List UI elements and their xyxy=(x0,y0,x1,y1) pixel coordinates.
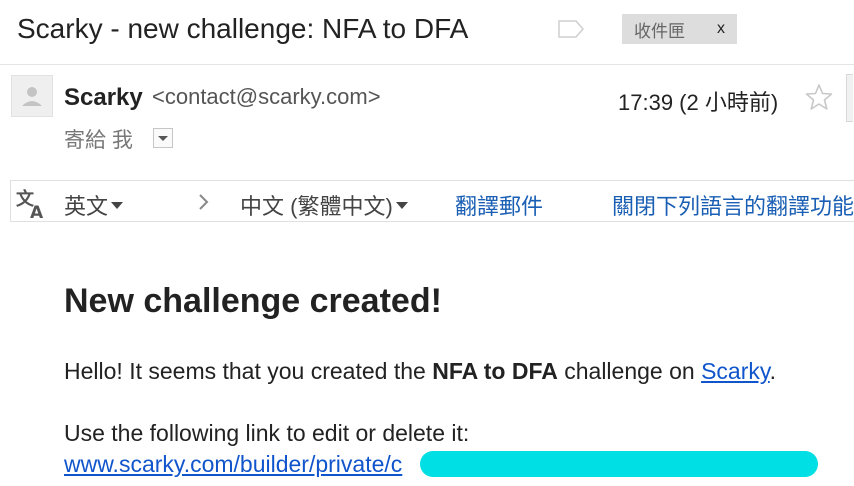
label-chip-text: 收件匣 xyxy=(634,21,685,41)
chevron-right-icon xyxy=(199,194,209,210)
para1-text-start: Hello! It seems that you created the xyxy=(64,358,433,384)
label-tag-icon[interactable] xyxy=(558,20,584,38)
email-subject: Scarky - new challenge: NFA to DFA xyxy=(17,13,469,44)
body-paragraph-1: Hello! It seems that you created the NFA… xyxy=(64,358,776,385)
dropdown-caret-icon xyxy=(395,201,408,209)
body-paragraph-2: Use the following link to edit or delete… xyxy=(64,420,470,446)
sender-email: <contact@scarky.com> xyxy=(152,84,381,109)
body-heading: New challenge created! xyxy=(64,282,442,320)
source-language-select[interactable]: 英文 xyxy=(64,189,124,221)
svg-text:A: A xyxy=(30,203,44,220)
para1-text-middle: challenge on xyxy=(557,358,702,384)
divider xyxy=(0,64,854,65)
redaction-bar xyxy=(420,451,818,477)
reply-button-edge[interactable] xyxy=(846,74,853,122)
recipient-line: 寄給 我 xyxy=(64,129,133,152)
para1-text-end: . xyxy=(769,358,777,384)
show-details-button[interactable] xyxy=(153,128,173,148)
remove-label-button[interactable]: x xyxy=(717,20,725,38)
source-language-label: 英文 xyxy=(64,194,109,219)
dropdown-caret-icon xyxy=(158,136,168,141)
translate-message-link[interactable]: 翻譯郵件 xyxy=(455,189,543,221)
target-language-select[interactable]: 中文 (繁體中文) xyxy=(240,189,408,221)
avatar-icon xyxy=(22,87,42,106)
target-language-label: 中文 (繁體中文) xyxy=(240,194,393,219)
challenge-name: NFA to DFA xyxy=(432,358,558,384)
translate-icon: 文 A xyxy=(16,188,44,220)
turn-off-translation-link[interactable]: 關閉下列語言的翻譯功能 xyxy=(612,189,854,221)
timestamp: 17:39 (2 小時前) xyxy=(618,90,779,115)
dropdown-caret-icon xyxy=(111,201,124,209)
star-icon[interactable] xyxy=(805,83,833,111)
url-visible-part[interactable]: www.scarky.com/builder/private/c xyxy=(64,451,402,477)
sender-name[interactable]: Scarky xyxy=(64,84,143,112)
label-chip-inbox[interactable]: 收件匣 x xyxy=(622,14,737,44)
scarky-link[interactable]: Scarky xyxy=(701,358,770,384)
avatar[interactable] xyxy=(11,75,53,117)
